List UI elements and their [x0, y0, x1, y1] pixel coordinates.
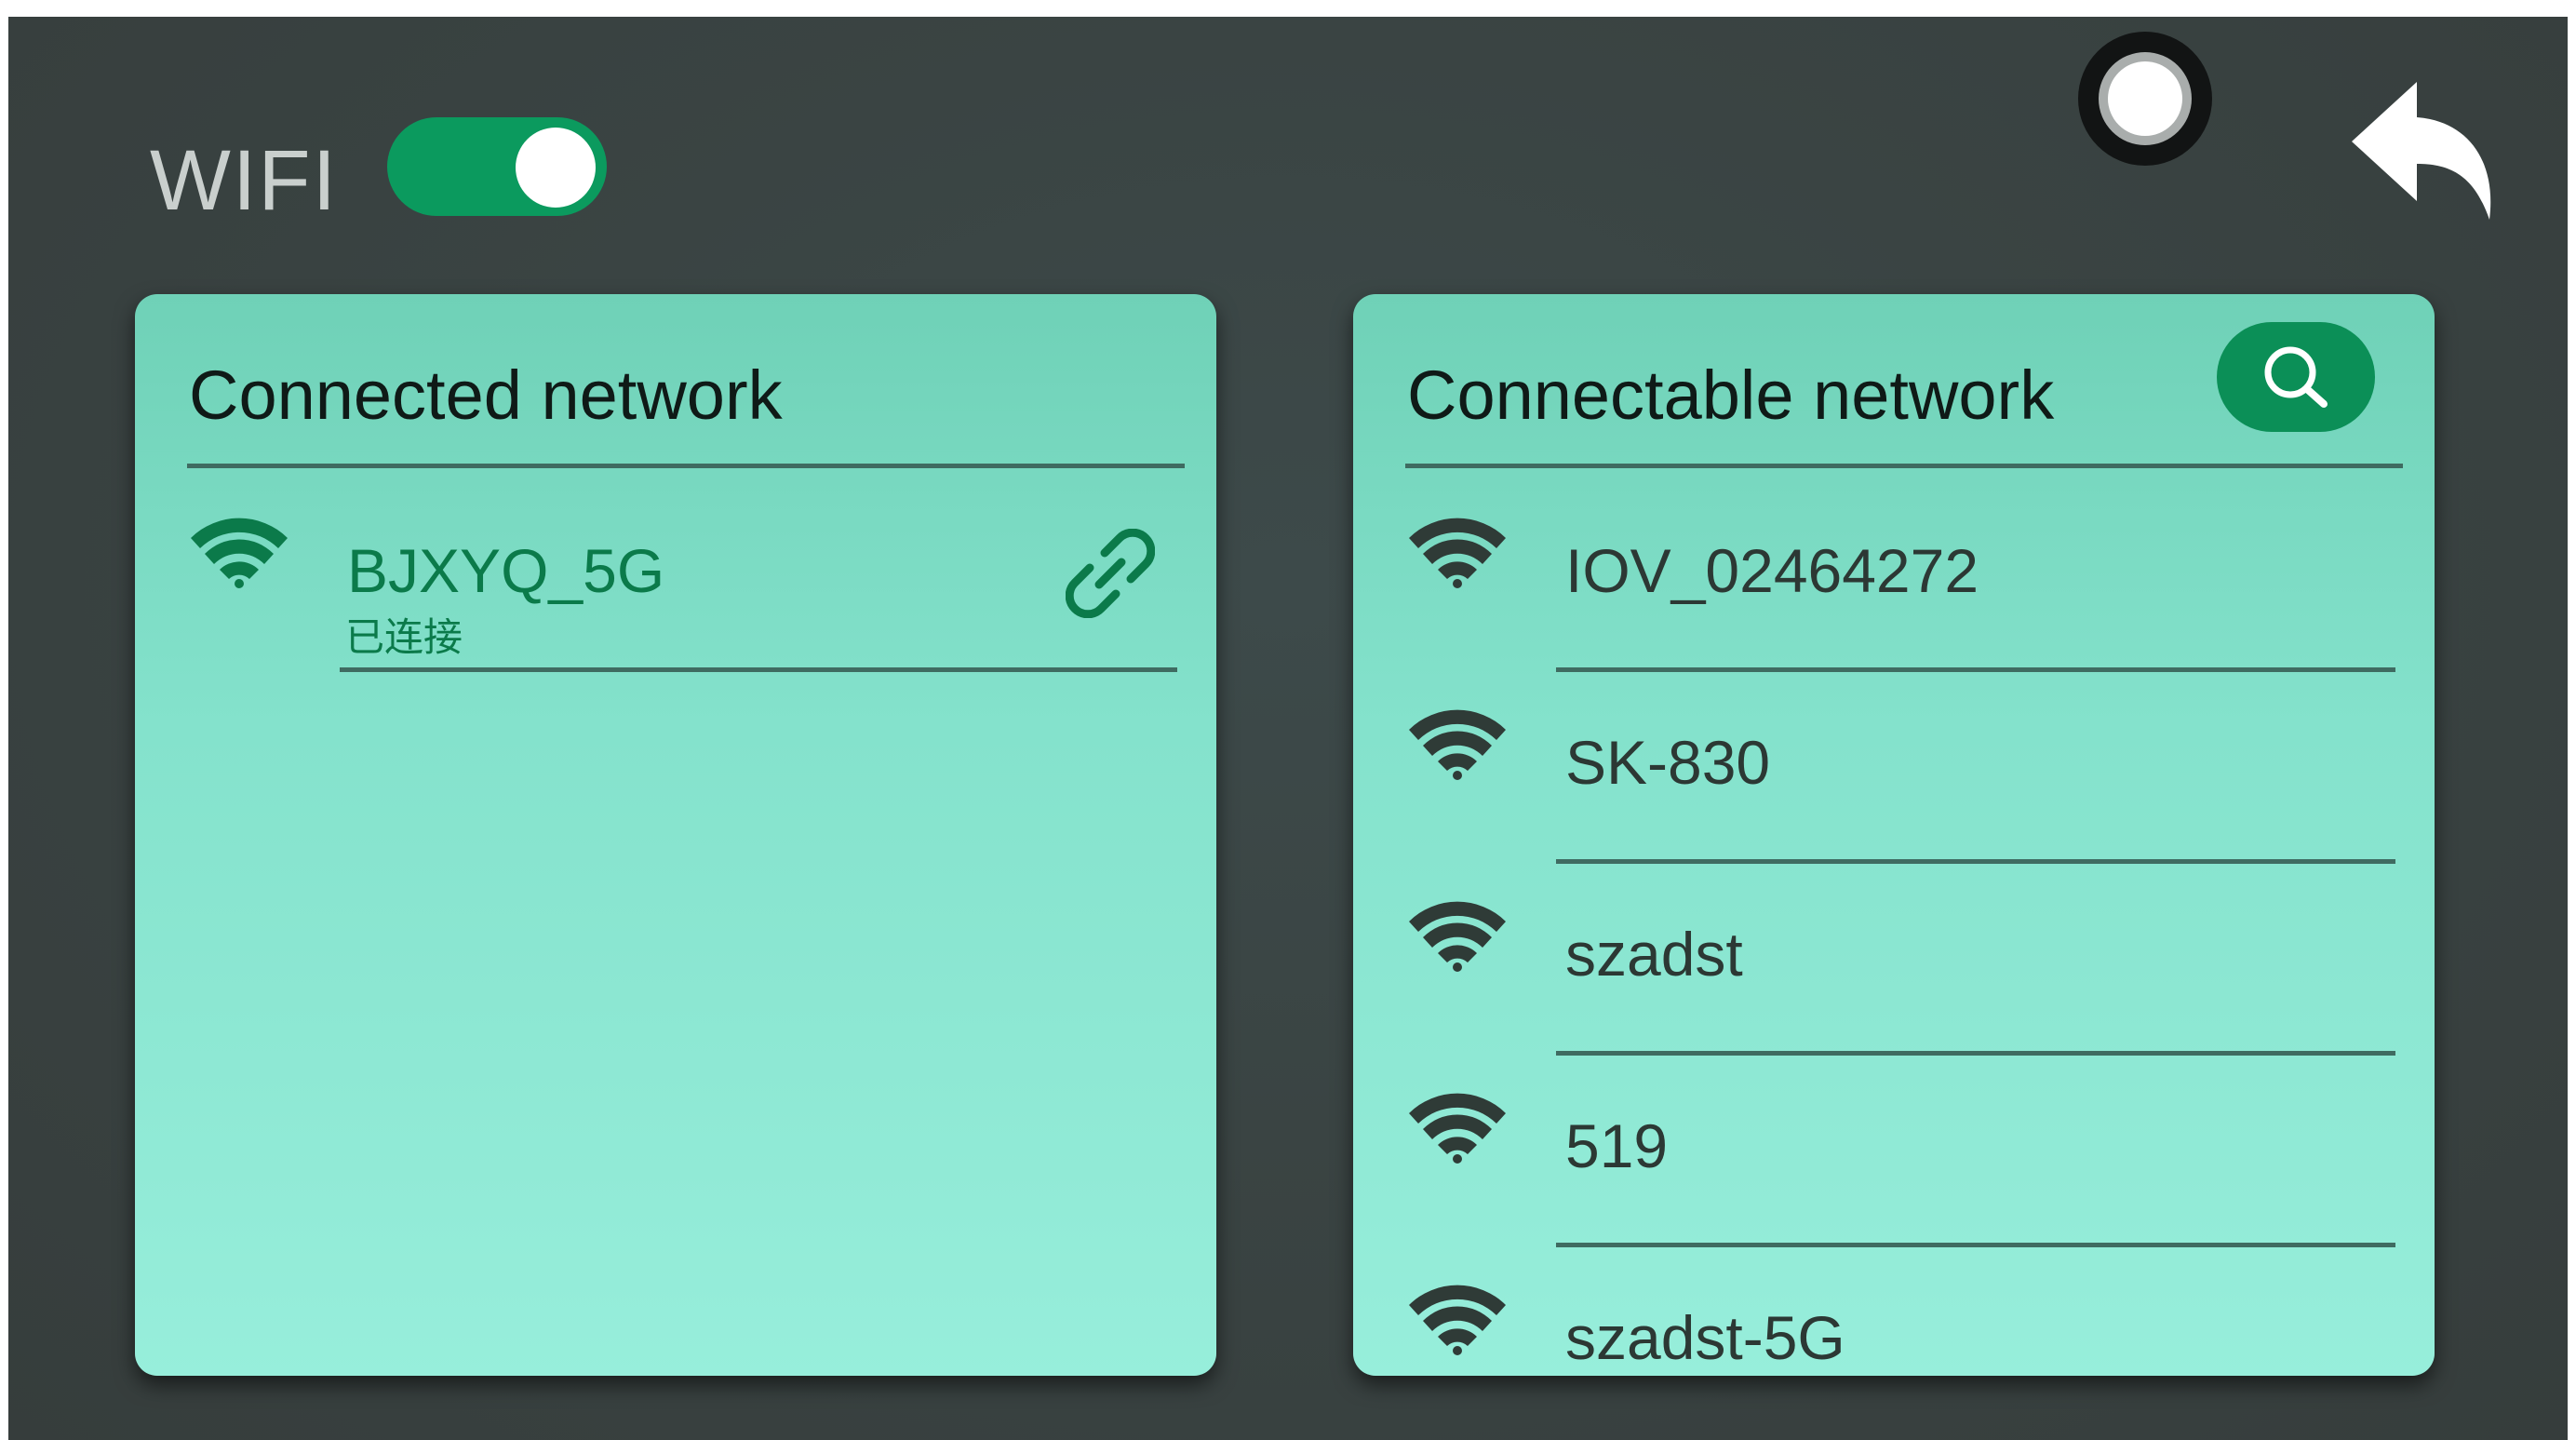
connectable-network-panel: Connectable network IOV_02464272 SK-830 …: [1353, 294, 2435, 1376]
network-ssid: BJXYQ_5G: [347, 536, 665, 605]
network-ssid: szadst-5G: [1565, 1303, 1845, 1372]
back-button[interactable]: [2348, 80, 2501, 229]
network-ssid: szadst: [1565, 920, 1743, 989]
connectable-network-title: Connectable network: [1407, 357, 2055, 434]
network-row[interactable]: 519: [1353, 1056, 2435, 1247]
network-row[interactable]: szadst: [1353, 864, 2435, 1056]
panel-divider: [1405, 464, 2403, 468]
wifi-settings-screen: WIFI Connected network BJXYQ_5G 已连接 Conn…: [8, 17, 2568, 1440]
network-row[interactable]: szadst-5G: [1353, 1247, 2435, 1376]
network-ssid: 519: [1565, 1111, 1669, 1180]
panel-divider: [187, 464, 1185, 468]
row-divider: [340, 667, 1177, 672]
search-icon: [2264, 346, 2328, 408]
wifi-signal-icon: [1409, 1285, 1506, 1355]
wifi-toggle[interactable]: [387, 117, 607, 216]
wifi-label: WIFI: [150, 133, 339, 228]
search-button[interactable]: [2217, 322, 2375, 432]
back-arrow-icon: [2352, 82, 2491, 220]
record-button-core: [2108, 61, 2182, 136]
wifi-signal-icon: [1409, 518, 1506, 588]
connected-network-row[interactable]: BJXYQ_5G 已连接: [135, 480, 1216, 672]
network-ssid: SK-830: [1565, 728, 1771, 797]
toggle-knob: [516, 128, 596, 208]
connected-network-panel: Connected network BJXYQ_5G 已连接: [135, 294, 1216, 1376]
link-icon[interactable]: [1066, 529, 1155, 618]
network-row[interactable]: SK-830: [1353, 672, 2435, 864]
wifi-signal-icon: [1409, 901, 1506, 972]
wifi-signal-icon: [191, 518, 288, 588]
connected-network-title: Connected network: [189, 357, 783, 434]
wifi-signal-icon: [1409, 709, 1506, 780]
record-button[interactable]: [2078, 32, 2212, 166]
wifi-signal-icon: [1409, 1093, 1506, 1164]
connection-status: 已连接: [345, 615, 463, 659]
network-row[interactable]: IOV_02464272: [1353, 480, 2435, 672]
network-ssid: IOV_02464272: [1565, 536, 1979, 605]
